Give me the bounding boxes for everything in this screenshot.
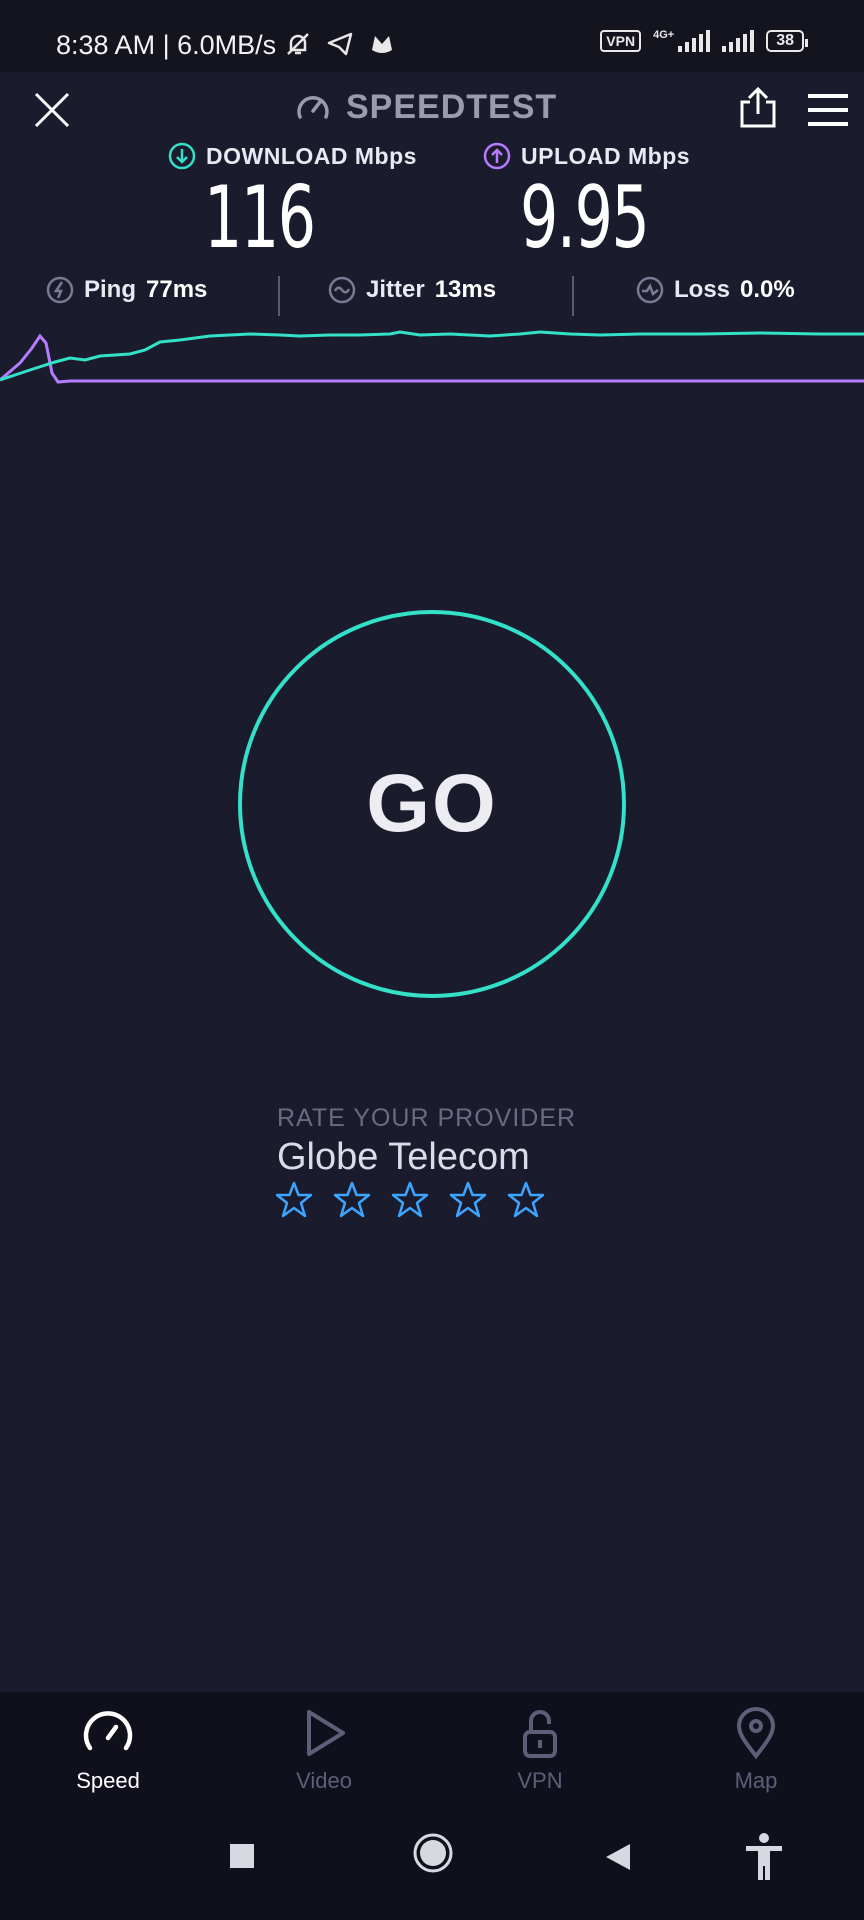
- provider-name: Globe Telecom: [277, 1136, 530, 1178]
- status-notification-icons: [284, 30, 396, 58]
- share-icon[interactable]: [736, 86, 780, 130]
- close-icon[interactable]: [32, 90, 72, 130]
- jitter-label: Jitter: [366, 276, 425, 303]
- loss-value: 0.0%: [740, 276, 795, 303]
- stats-row: Ping 77ms Jitter 13ms Loss 0.0%: [0, 276, 864, 316]
- status-system-icons: VPN 4G+ 38: [600, 29, 808, 52]
- speed-graph: [0, 330, 864, 384]
- nav-video[interactable]: Video: [254, 1706, 394, 1794]
- star-rating: [274, 1180, 546, 1220]
- nav-vpn-label: VPN: [517, 1768, 563, 1793]
- signal-strength-icon: [678, 30, 711, 52]
- loss-stat: Loss 0.0%: [636, 276, 795, 304]
- star-icon[interactable]: [390, 1180, 430, 1220]
- loss-label: Loss: [674, 276, 731, 303]
- vpn-badge: VPN: [600, 30, 642, 52]
- nav-video-label: Video: [296, 1768, 352, 1793]
- star-icon[interactable]: [274, 1180, 314, 1220]
- jitter-icon: [328, 276, 356, 304]
- nav-vpn[interactable]: VPN: [470, 1706, 610, 1794]
- upload-speed-line: [0, 333, 864, 384]
- rate-provider-label: RATE YOUR PROVIDER: [277, 1104, 577, 1132]
- star-icon[interactable]: [506, 1180, 546, 1220]
- stats-divider: [572, 276, 574, 316]
- ping-label: Ping: [84, 276, 136, 303]
- download-label-text: DOWNLOAD Mbps: [206, 142, 417, 169]
- lock-icon: [523, 1710, 557, 1758]
- bottom-nav: Speed Video VPN Map: [0, 1692, 864, 1808]
- nav-speed[interactable]: Speed: [38, 1706, 178, 1794]
- app-title-text: SPEEDTEST: [346, 88, 558, 126]
- battery-indicator: 38: [766, 30, 808, 52]
- jitter-stat: Jitter 13ms: [328, 276, 496, 304]
- recent-apps-icon[interactable]: [228, 1842, 256, 1870]
- star-icon[interactable]: [332, 1180, 372, 1220]
- back-icon[interactable]: [604, 1842, 632, 1872]
- network-type: 4G+: [653, 29, 675, 41]
- upload-value: 9.95: [520, 168, 650, 268]
- bell-muted-icon: [287, 33, 309, 55]
- ping-value: 77ms: [146, 276, 208, 303]
- jitter-value: 13ms: [434, 276, 497, 303]
- upload-label-text: UPLOAD Mbps: [521, 142, 691, 169]
- ping-stat: Ping 77ms: [46, 276, 207, 304]
- status-bar: 8:38 AM | 6.0MB/s VPN 4G+ 38: [0, 0, 864, 72]
- speed-gauge-icon: [83, 1711, 133, 1751]
- download-value: 116: [204, 168, 316, 268]
- upload-arrow-icon: [483, 142, 511, 170]
- go-button-label: GO: [366, 758, 498, 849]
- upload-label: UPLOAD Mbps: [483, 142, 690, 170]
- play-icon: [307, 1710, 345, 1756]
- system-nav-bar: [0, 1808, 864, 1920]
- app-title: SPEEDTEST: [294, 88, 557, 127]
- telegram-icon: [327, 32, 353, 56]
- nav-speed-label: Speed: [76, 1768, 140, 1793]
- map-pin-icon: [736, 1707, 776, 1760]
- nav-map-label: Map: [734, 1768, 778, 1793]
- app-header: SPEEDTEST: [0, 72, 864, 150]
- stats-divider: [278, 276, 280, 316]
- malwarebytes-icon: [372, 36, 392, 53]
- ping-icon: [46, 276, 74, 304]
- signal-strength-2-icon: [722, 30, 755, 52]
- loss-icon: [636, 276, 664, 304]
- speedometer-icon: [297, 95, 329, 119]
- status-time: 8:38 AM | 6.0MB/s: [56, 30, 277, 60]
- home-icon[interactable]: [412, 1832, 454, 1874]
- download-speed-line: [0, 330, 864, 382]
- accessibility-icon[interactable]: [742, 1832, 786, 1882]
- star-icon[interactable]: [448, 1180, 488, 1220]
- nav-map[interactable]: Map: [686, 1706, 826, 1794]
- download-arrow-icon: [168, 142, 196, 170]
- hamburger-menu-icon[interactable]: [806, 92, 850, 128]
- download-label: DOWNLOAD Mbps: [168, 142, 417, 170]
- go-button[interactable]: GO: [238, 610, 626, 998]
